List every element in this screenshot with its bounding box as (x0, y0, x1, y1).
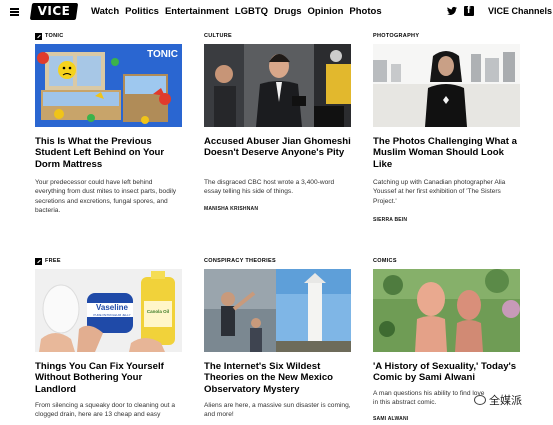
card-2-headline[interactable]: Accused Abuser Jian Ghomeshi Doesn't Des… (204, 136, 354, 159)
card-6-byline[interactable]: SAMI ALWANI (373, 416, 408, 422)
card-4-image[interactable]: Vaseline PURE PETROLEUM JELLY Canola Oil (35, 269, 182, 352)
card-3-image[interactable] (373, 44, 520, 127)
nav-link-lgbtq[interactable]: LGBTQ (235, 6, 268, 17)
twitter-icon[interactable] (447, 6, 457, 16)
card-1-dek: Your predecessor could have left behind … (35, 179, 177, 215)
vice-channels-link[interactable]: VICE Channels (488, 6, 552, 16)
vaseline-sublabel: PURE PETROLEUM JELLY (93, 313, 131, 317)
card-4-category[interactable]: FREE (35, 257, 61, 265)
nav-link-entertainment[interactable]: Entertainment (165, 6, 229, 17)
card-3-dek: Catching up with Canadian photographer A… (373, 179, 506, 205)
card-5-headline[interactable]: The Internet's Six Wildest Theories on t… (204, 361, 354, 395)
canola-label: Canola Oil (146, 309, 170, 314)
vice-logo[interactable]: VICE (29, 3, 79, 20)
card-2-image[interactable] (204, 44, 351, 127)
card-1-image[interactable]: TONIC (35, 44, 182, 127)
card-3-category[interactable]: PHOTOGRAPHY (373, 32, 419, 40)
card-3-byline[interactable]: SIERRA BEIN (373, 217, 407, 223)
link-arrow-icon (35, 257, 42, 265)
card-2-category[interactable]: CULTURE (204, 32, 232, 40)
card-5-dek: Aliens are here, a massive sun disaster … (204, 402, 351, 419)
facebook-icon[interactable]: f (464, 5, 474, 16)
nav-links: Watch Politics Entertainment LGBTQ Drugs… (91, 6, 382, 17)
card-6-dek: A man questions his ability to find love… (373, 390, 485, 407)
card-3-headline[interactable]: The Photos Challenging What a Muslim Wom… (373, 136, 523, 170)
card-6-category[interactable]: COMICS (373, 257, 397, 265)
watermark: 全媒派 (474, 392, 522, 408)
link-arrow-icon (35, 32, 42, 40)
top-nav: VICE Watch Politics Entertainment LGBTQ … (0, 0, 553, 25)
vaseline-label: Vaseline (95, 303, 129, 312)
nav-link-photos[interactable]: Photos (349, 6, 381, 17)
card-4-headline[interactable]: Things You Can Fix Yourself Without Both… (35, 361, 185, 395)
nav-link-drugs[interactable]: Drugs (274, 6, 301, 17)
card-6-image[interactable] (373, 269, 520, 352)
wechat-icon (474, 395, 486, 405)
nav-link-watch[interactable]: Watch (91, 6, 119, 17)
nav-link-opinion[interactable]: Opinion (308, 6, 344, 17)
nav-link-politics[interactable]: Politics (125, 6, 159, 17)
tonic-image-label: TONIC (147, 49, 178, 60)
card-5-image[interactable] (204, 269, 351, 352)
card-4-dek: From silencing a squeaky door to cleanin… (35, 402, 176, 419)
card-2-byline[interactable]: MANISHA KRISHNAN (204, 206, 258, 212)
menu-icon[interactable] (10, 8, 19, 16)
card-2-dek: The disgraced CBC host wrote a 3,400-wor… (204, 179, 335, 196)
card-5-category[interactable]: CONSPIRACY THEORIES (204, 257, 276, 265)
card-1-category[interactable]: TONIC (35, 32, 64, 40)
card-6-headline[interactable]: 'A History of Sexuality,' Today's Comic … (373, 361, 523, 384)
card-1-headline[interactable]: This Is What the Previous Student Left B… (35, 136, 185, 170)
